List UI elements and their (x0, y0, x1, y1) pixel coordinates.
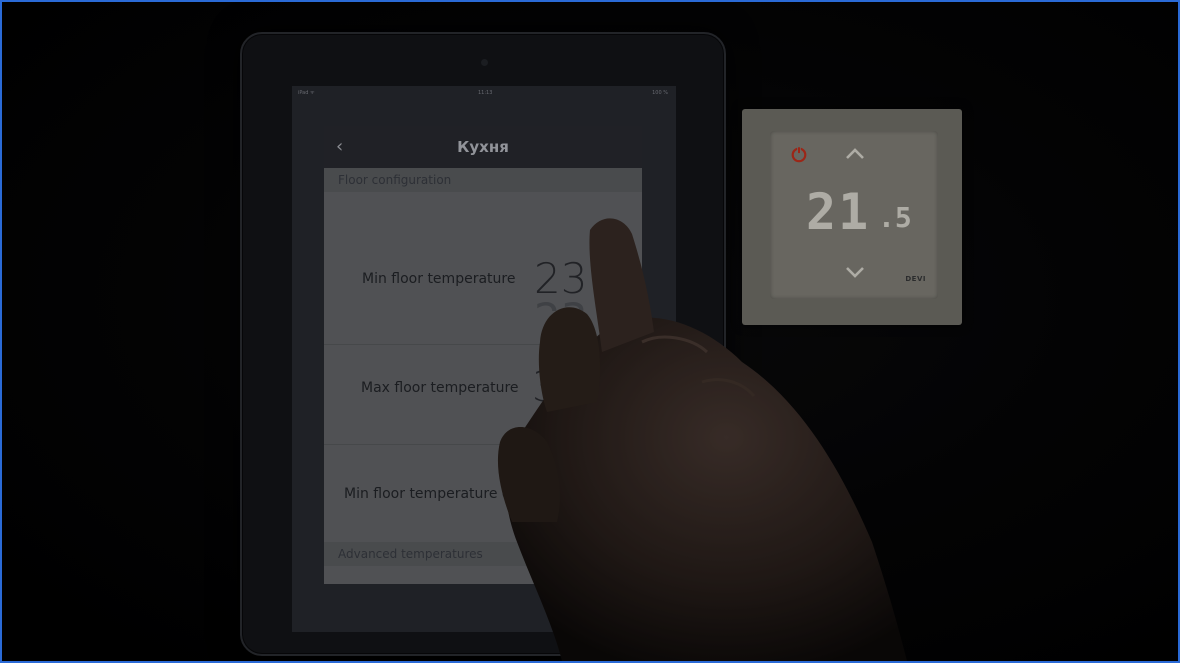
video-frame: iPad ᯤ 11:13 100 % ‹ Кухня Floor configu… (0, 0, 1180, 663)
hand (497, 218, 907, 661)
